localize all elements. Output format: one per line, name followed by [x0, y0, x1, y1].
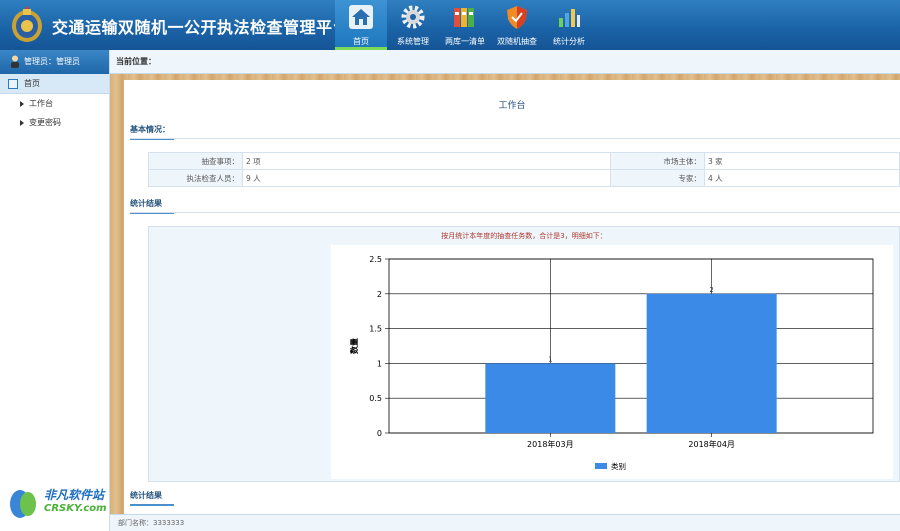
bar-chart: 0 0.5 1 1.5 2 2.5 1 2018年03月 2 2018年04月 数量类别 — [349, 255, 874, 471]
sidebar-item-workbench-label: 工作台 — [29, 99, 53, 108]
nav-system[interactable]: 系统管理 — [387, 0, 439, 50]
bar — [485, 363, 616, 433]
y-tick-label: 0.5 — [369, 394, 382, 403]
user-icon — [11, 55, 19, 68]
nav-library[interactable]: 两库一清单 — [439, 0, 491, 50]
chart-area: 0 0.5 1 1.5 2 2.5 1 2018年03月 2 2018年04月 数量类别 — [331, 245, 893, 479]
content-panel: 工作台 基本情况： 抽查事项： 2 项 市场主体： 3 家 执法检查人员： 9 … — [124, 80, 900, 514]
admin-bar: 管理员：管理员 — [0, 50, 109, 74]
nav-statistics[interactable]: 统计分析 — [543, 0, 595, 50]
table-row: 抽查事项： 2 项 市场主体： 3 家 — [148, 152, 900, 170]
nav-home-label: 首页 — [353, 37, 369, 46]
inspectors-value: 9 人 — [242, 169, 611, 187]
nav-system-label: 系统管理 — [397, 37, 429, 46]
triangle-right-icon — [20, 101, 24, 107]
basic-info-table: 抽查事项： 2 项 市场主体： 3 家 执法检查人员： 9 人 专家： 4 人 — [148, 152, 900, 187]
nav-random-check-label: 双随机抽查 — [497, 37, 537, 46]
inspectors-label: 执法检查人员： — [148, 169, 243, 187]
y-tick-label: 2.5 — [369, 255, 382, 264]
sidebar: 管理员：管理员 首页 工作台 变更密码 — [0, 50, 110, 531]
nav-home[interactable]: 首页 — [335, 0, 387, 50]
experts-label: 专家： — [610, 169, 705, 187]
experts-value: 4 人 — [704, 169, 900, 187]
data-label: 1 — [548, 355, 552, 363]
divider — [130, 138, 900, 139]
x-tick-label: 2018年03月 — [527, 439, 574, 449]
data-label: 2 — [709, 286, 713, 294]
x-tick-label: 2018年04月 — [688, 439, 735, 449]
gear-icon — [401, 5, 425, 29]
shield-icon — [507, 6, 527, 29]
check-items-label: 抽查事项： — [148, 152, 243, 170]
breadcrumb: 当前位置： — [110, 50, 900, 74]
stats-heading-2: 统计结果 — [130, 490, 174, 506]
stats-caption: 按月统计本年度的抽查任务数，合计是3，明细如下： — [441, 232, 607, 240]
y-tick-label: 2 — [377, 290, 382, 299]
sidebar-item-home[interactable]: 首页 — [0, 74, 109, 94]
watermark: 非凡软件站 CRSKY.com — [6, 486, 116, 526]
stats-box: 按月统计本年度的抽查任务数，合计是3，明细如下： 0 0.5 1 1.5 2 2.5 1 20… — [148, 226, 900, 482]
nav-statistics-label: 统计分析 — [553, 37, 585, 46]
app-title: 交通运输双随机一公开执法检查管理平台 — [52, 18, 350, 37]
y-tick-label: 0 — [377, 429, 382, 438]
main-nav: 首页 系统管理 两库一清单 双随机抽查 统计分析 — [335, 0, 595, 50]
admin-label: 管理员：管理员 — [24, 57, 80, 66]
content-frame: 工作台 基本情况： 抽查事项： 2 项 市场主体： 3 家 执法检查人员： 9 … — [110, 74, 900, 514]
sidebar-item-change-password[interactable]: 变更密码 — [0, 113, 109, 132]
check-items-value: 2 项 — [242, 152, 611, 170]
sidebar-item-home-label: 首页 — [24, 79, 40, 88]
divider — [130, 212, 900, 213]
page-title: 工作台 — [498, 101, 526, 111]
plot-frame — [388, 258, 874, 434]
y-tick-label: 1.5 — [369, 325, 382, 334]
bar — [646, 293, 777, 433]
home-icon — [349, 5, 373, 29]
nav-library-label: 两库一清单 — [445, 37, 485, 46]
table-row: 执法检查人员： 9 人 专家： 4 人 — [148, 169, 900, 187]
watermark-logo-icon — [10, 490, 36, 518]
triangle-right-icon — [20, 120, 24, 126]
legend-label: 类别 — [611, 461, 626, 471]
y-tick-label: 1 — [377, 359, 382, 368]
sidebar-item-change-password-label: 变更密码 — [29, 118, 61, 127]
app-header: 交通运输双随机一公开执法检查管理平台 首页 系统管理 两库一清单 双随机抽查 统… — [0, 0, 900, 50]
nav-random-check[interactable]: 双随机抽查 — [491, 0, 543, 50]
watermark-sub: CRSKY.com — [44, 503, 107, 514]
home-menu-icon — [8, 79, 18, 89]
market-value: 3 家 — [704, 152, 900, 170]
watermark-text: 非凡软件站 — [44, 488, 105, 502]
sidebar-item-workbench[interactable]: 工作台 — [0, 94, 109, 113]
market-label: 市场主体： — [610, 152, 705, 170]
footer: 部门名称：3333333 — [110, 514, 900, 531]
emblem-logo-icon — [12, 6, 42, 42]
bar-chart-icon — [559, 9, 580, 27]
legend-swatch — [595, 463, 607, 469]
y-axis-label: 数量 — [349, 338, 359, 354]
binders-icon — [454, 8, 474, 27]
